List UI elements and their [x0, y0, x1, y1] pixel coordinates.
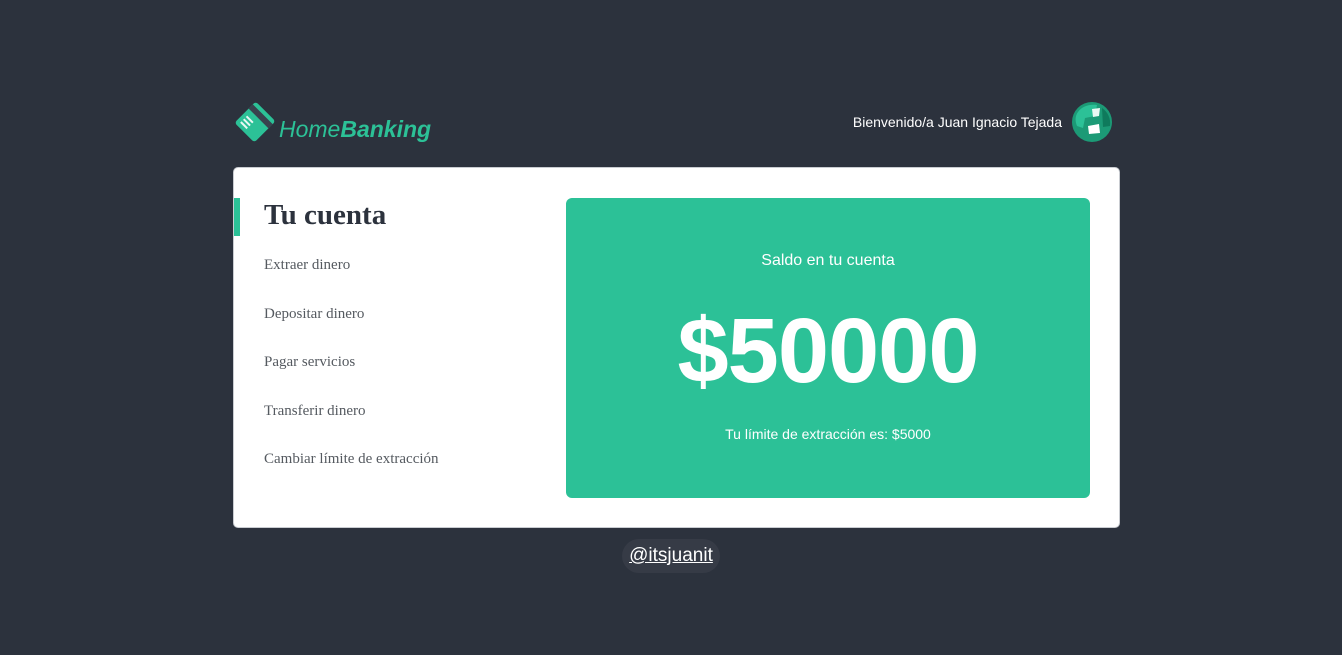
home-banking-logo[interactable]: HomeBanking — [233, 96, 431, 148]
header: HomeBanking Bienvenido/a Juan Ignacio Te… — [233, 96, 1120, 148]
logo-text-banking: Banking — [340, 115, 432, 142]
balance-amount: $50000 — [677, 300, 980, 402]
author-link[interactable]: @itsjuanit — [629, 545, 713, 567]
menu-item-depositar-dinero[interactable]: Depositar dinero — [264, 304, 439, 353]
account-menu: Extraer dinero Depositar dinero Pagar se… — [264, 255, 439, 498]
balance-panel: Saldo en tu cuenta $50000 Tu límite de e… — [566, 198, 1090, 498]
menu-title-accent-bar — [234, 198, 240, 236]
credit-card-icon — [235, 102, 275, 142]
logo-text-home: Home — [279, 115, 341, 142]
balance-label: Saldo en tu cuenta — [761, 252, 895, 269]
menu-item-transferir-dinero[interactable]: Transferir dinero — [264, 401, 439, 450]
footer: @itsjuanit — [622, 539, 720, 573]
user-avatar-icon[interactable] — [1072, 102, 1112, 142]
menu-item-extraer-dinero[interactable]: Extraer dinero — [264, 255, 439, 304]
account-card: Tu cuenta Extraer dinero Depositar diner… — [233, 167, 1120, 528]
welcome-text: Bienvenido/a Juan Ignacio Tejada — [852, 114, 1062, 130]
menu-item-cambiar-limite[interactable]: Cambiar límite de extracción — [264, 449, 439, 498]
menu-item-pagar-servicios[interactable]: Pagar servicios — [264, 352, 439, 401]
menu-title: Tu cuenta — [264, 199, 387, 231]
extraction-limit-text: Tu límite de extracción es: $5000 — [725, 426, 931, 442]
user-info: Bienvenido/a Juan Ignacio Tejada — [853, 102, 1112, 142]
logo-text: HomeBanking — [279, 116, 431, 143]
